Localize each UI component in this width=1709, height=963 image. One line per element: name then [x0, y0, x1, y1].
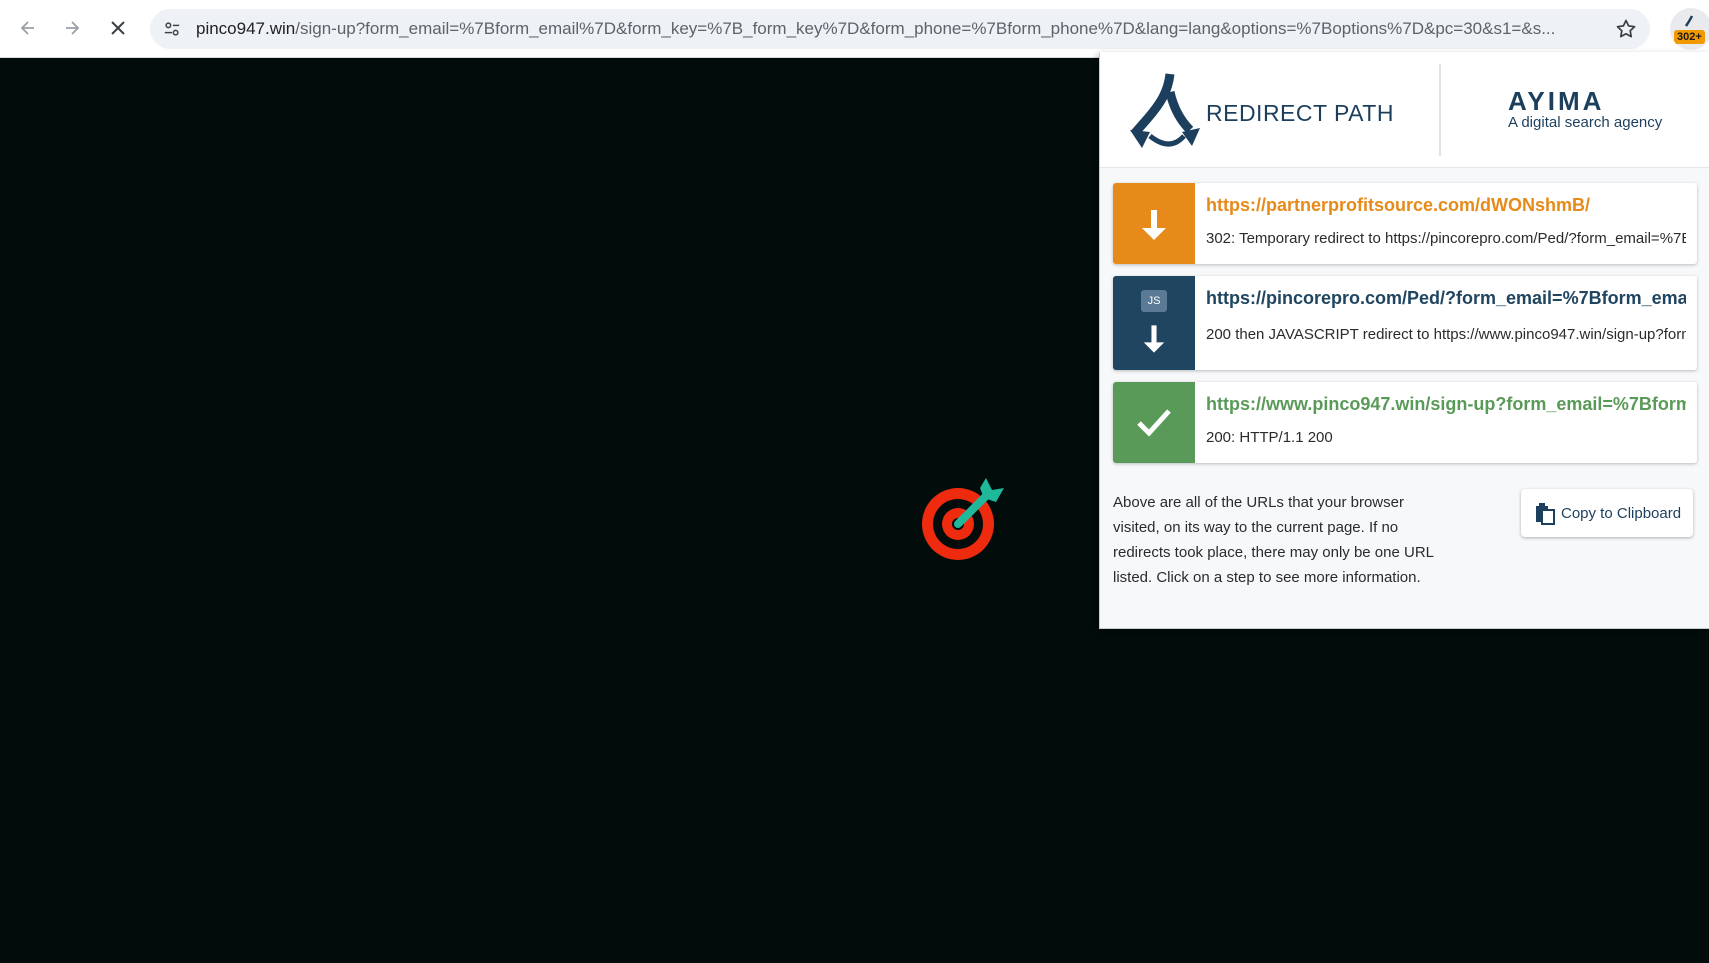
- redirect-path-logo-icon: [1130, 73, 1200, 148]
- redirect-step[interactable]: https://www.pinco947.win/sign-up?form_em…: [1113, 382, 1697, 463]
- step-status-icon: [1113, 382, 1195, 463]
- target-dart-icon: [922, 476, 1006, 560]
- step-status-icon: [1113, 183, 1195, 264]
- forward-arrow-icon: [66, 21, 80, 35]
- back-button[interactable]: [10, 10, 46, 46]
- step-url[interactable]: https://pincorepro.com/Ped/?form_email=%…: [1206, 288, 1686, 309]
- copy-button-label: Copy to Clipboard: [1561, 504, 1682, 522]
- tune-icon: [164, 22, 180, 36]
- redirect-path-extension-button[interactable]: 302+: [1670, 8, 1709, 50]
- copy-to-clipboard-button[interactable]: Copy to Clipboard: [1521, 489, 1693, 537]
- header-divider: [1439, 64, 1441, 156]
- step-description: 200 then JAVASCRIPT redirect to https://…: [1206, 326, 1686, 343]
- agency-tagline: A digital search agency: [1508, 114, 1663, 131]
- brand-name: REDIRECT PATH: [1206, 100, 1394, 126]
- star-icon: [1616, 19, 1636, 38]
- step-url[interactable]: https://www.pinco947.win/sign-up?form_em…: [1206, 394, 1686, 415]
- step-url[interactable]: https://partnerprofitsource.com/dWONshmB…: [1206, 195, 1686, 216]
- ayima-logo[interactable]: AYIMA: [1508, 86, 1604, 117]
- url-host: pinco947.win: [196, 19, 296, 38]
- step-description: 200: HTTP/1.1 200: [1206, 429, 1333, 446]
- clipboard-icon: [1536, 503, 1555, 525]
- js-badge: JS: [1141, 290, 1167, 312]
- forward-button[interactable]: [54, 10, 90, 46]
- close-icon: [111, 21, 125, 35]
- address-bar[interactable]: pinco947.win/sign-up?form_email=%7Bform_…: [150, 9, 1650, 49]
- bookmark-star-button[interactable]: [1614, 17, 1638, 41]
- arrow-down-icon: [1143, 325, 1165, 353]
- popup-header: REDIRECT PATH AYIMA A digital search age…: [1100, 52, 1709, 168]
- redirect-step[interactable]: JS https://pincorepro.com/Ped/?form_emai…: [1113, 276, 1697, 370]
- stop-loading-button[interactable]: [100, 10, 136, 46]
- step-description: 302: Temporary redirect to https://pinco…: [1206, 230, 1686, 247]
- redirect-path-popup: REDIRECT PATH AYIMA A digital search age…: [1099, 52, 1709, 629]
- arrow-down-icon: [1142, 209, 1166, 240]
- redirect-step[interactable]: https://partnerprofitsource.com/dWONshmB…: [1113, 183, 1697, 264]
- url-text[interactable]: pinco947.win/sign-up?form_email=%7Bform_…: [196, 19, 1606, 39]
- info-text: Above are all of the URLs that your brow…: [1113, 494, 1434, 586]
- extension-badge: 302+: [1674, 30, 1705, 44]
- back-arrow-icon: [20, 21, 34, 35]
- checkmark-icon: [1137, 408, 1171, 437]
- browser-toolbar: pinco947.win/sign-up?form_email=%7Bform_…: [0, 0, 1709, 58]
- step-status-icon: JS: [1113, 276, 1195, 370]
- site-info-button[interactable]: [158, 15, 186, 43]
- url-path: /sign-up?form_email=%7Bform_email%7D&for…: [295, 19, 1556, 38]
